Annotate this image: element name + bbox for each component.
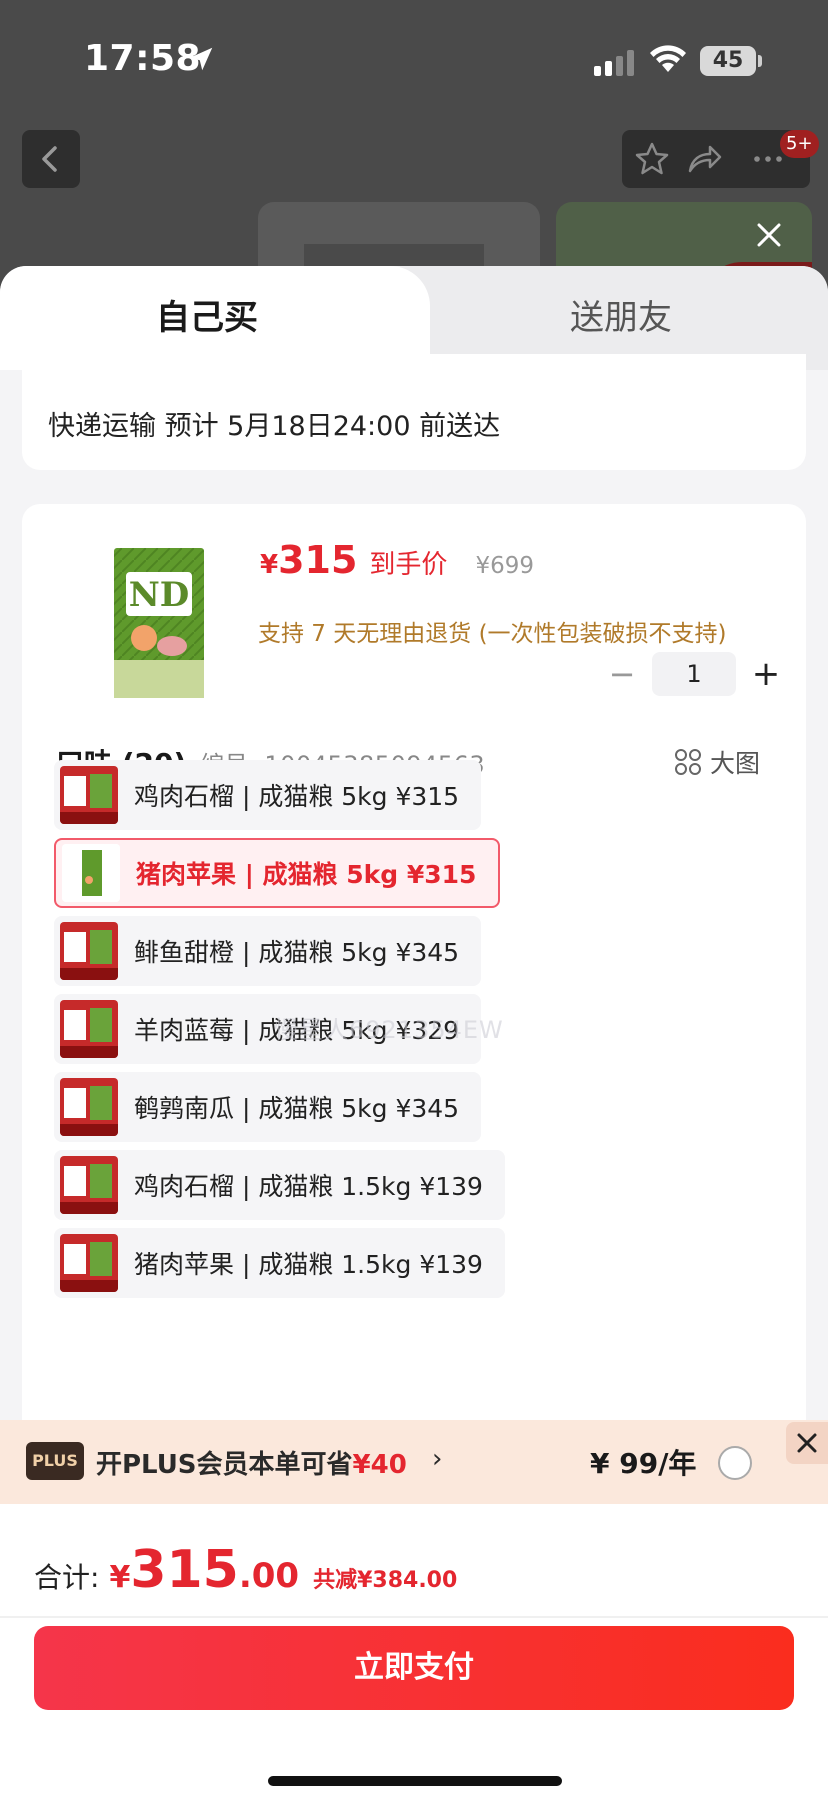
share-icon[interactable]	[684, 139, 724, 179]
battery-level: 45	[700, 46, 756, 76]
status-time: 17:58	[84, 38, 202, 79]
plus-promo-label: 开PLUS会员本单可省	[96, 1450, 353, 1480]
flavor-option[interactable]: 猪肉苹果 | 成猫粮 5kg ¥315	[54, 838, 501, 908]
quantity-input[interactable]: 1	[652, 652, 736, 696]
plus-select-radio[interactable]	[718, 1446, 752, 1480]
flavor-thumbnail	[60, 1078, 118, 1136]
flavor-thumbnail	[60, 1000, 118, 1058]
status-bar: 17:58 45	[0, 0, 828, 120]
total-row: 合计: ¥ 315 .00 共减¥384.00	[34, 1540, 457, 1600]
back-button[interactable]	[22, 130, 80, 188]
svg-text:ND: ND	[129, 575, 190, 615]
grid-icon	[675, 749, 701, 775]
location-arrow-icon	[189, 47, 213, 71]
flavor-option-label: 鹌鹑南瓜 | 成猫粮 5kg ¥345	[134, 1094, 460, 1123]
flavor-option[interactable]: 鸡肉石榴 | 成猫粮 5kg ¥315	[54, 760, 482, 830]
flavor-option[interactable]: 鹌鹑南瓜 | 成猫粮 5kg ¥345	[54, 1072, 482, 1142]
watermark-text: 慢星人6921354EW	[274, 1016, 504, 1044]
flavor-thumbnail	[60, 922, 118, 980]
purchase-sheet: 自己买 送朋友 快递运输 预计 5月18日24:00 前送达 ND ¥ 315 …	[0, 266, 828, 1796]
final-price: 315	[278, 538, 358, 582]
notification-badge: 5+	[780, 130, 819, 158]
flavor-thumbnail	[60, 1156, 118, 1214]
flavor-thumbnail	[60, 1234, 118, 1292]
flavor-option-label: 鲱鱼甜橙 | 成猫粮 5kg ¥345	[134, 938, 460, 967]
delivery-estimate: 快递运输 预计 5月18日24:00 前送达	[48, 411, 501, 442]
big-view-toggle[interactable]: 大图	[674, 744, 760, 780]
price-row: ¥ 315 到手价 ¥699	[260, 538, 534, 588]
plus-close-button[interactable]	[786, 1422, 828, 1464]
chevron-right-icon[interactable]: ›	[432, 1444, 442, 1474]
original-price: ¥699	[475, 553, 534, 579]
final-price-label: 到手价	[369, 550, 448, 580]
plus-logo: PLUS	[26, 1442, 84, 1480]
chevron-left-icon	[42, 146, 57, 172]
home-indicator	[268, 1776, 562, 1786]
plus-membership-bar[interactable]: PLUS 开PLUS会员本单可省¥40 › ¥ 99/年	[0, 1420, 828, 1504]
flavor-thumbnail	[62, 844, 120, 902]
return-policy-note: 支持 7 天无理由退货 (一次性包装破损不支持)	[258, 621, 727, 647]
cellular-signal-icon	[594, 50, 634, 76]
pay-now-button[interactable]: 立即支付	[34, 1626, 794, 1710]
total-label: 合计:	[34, 1561, 100, 1594]
flavor-option-label: 鸡肉石榴 | 成猫粮 5kg ¥315	[134, 782, 460, 811]
flavor-option-label: 鸡肉石榴 | 成猫粮 1.5kg ¥139	[134, 1172, 483, 1201]
battery-tip	[758, 55, 762, 67]
close-icon	[797, 1433, 817, 1453]
flavor-option[interactable]: 鲱鱼甜橙 | 成猫粮 5kg ¥345	[54, 916, 482, 986]
flavor-option-label: 猪肉苹果 | 成猫粮 5kg ¥315	[136, 860, 477, 889]
plus-saving: ¥40	[352, 1450, 407, 1480]
shipping-card: 快递运输 预计 5月18日24:00 前送达	[22, 354, 806, 470]
plus-promo-text: 开PLUS会员本单可省¥40	[96, 1444, 407, 1481]
product-image: ND	[114, 548, 204, 698]
quantity-increase-button[interactable]: +	[746, 654, 786, 694]
product-card: ND ¥ 315 到手价 ¥699 支持 7 天无理由退货 (一次性包装破损不支…	[22, 504, 806, 1504]
total-amount-int: 315	[130, 1540, 239, 1600]
close-sheet-icon[interactable]	[752, 218, 786, 252]
divider	[0, 1616, 828, 1618]
wifi-icon	[650, 45, 686, 72]
flavor-option[interactable]: 猪肉苹果 | 成猫粮 1.5kg ¥139	[54, 1228, 505, 1298]
flavor-option[interactable]: 鸡肉石榴 | 成猫粮 1.5kg ¥139	[54, 1150, 505, 1220]
total-discount: 共减¥384.00	[313, 1568, 458, 1593]
total-currency: ¥	[109, 1560, 131, 1595]
flavor-option-label: 猪肉苹果 | 成猫粮 1.5kg ¥139	[134, 1250, 483, 1279]
flavor-thumbnail	[60, 766, 118, 824]
big-view-label: 大图	[710, 749, 761, 778]
quantity-stepper: − 1 +	[602, 652, 786, 696]
checkout-footer: 合计: ¥ 315 .00 共减¥384.00 立即支付	[0, 1504, 828, 1796]
total-amount-dec: .00	[238, 1556, 300, 1596]
plus-price: ¥ 99/年	[590, 1447, 697, 1480]
price-currency: ¥	[260, 550, 279, 580]
star-icon[interactable]	[632, 139, 672, 179]
quantity-decrease-button[interactable]: −	[602, 655, 642, 693]
